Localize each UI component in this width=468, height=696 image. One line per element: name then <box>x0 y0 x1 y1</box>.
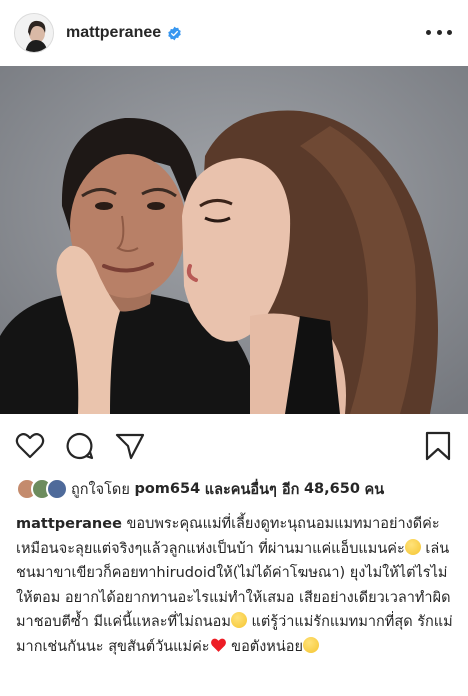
verified-badge-icon <box>167 26 182 41</box>
more-options-icon[interactable] <box>426 22 452 42</box>
post-caption: mattperanee ขอบพระคุณแม่ที่เลี้ยงดูทะนุถ… <box>16 512 456 660</box>
likes-middle[interactable]: และคนอื่นๆ อีก <box>205 478 300 501</box>
bookmark-icon[interactable] <box>422 430 454 462</box>
likes-summary[interactable]: ถูกใจโดย pom654 และคนอื่นๆ อีก 48,650 คน <box>16 476 384 502</box>
avatar[interactable] <box>14 13 54 53</box>
likes-suffix[interactable]: คน <box>365 478 385 501</box>
post-photo[interactable] <box>0 66 468 414</box>
likes-count[interactable]: 48,650 <box>304 481 360 497</box>
likes-prefix: ถูกใจโดย <box>71 481 130 498</box>
red-heart-icon <box>210 638 226 652</box>
grin-emoji-icon <box>302 636 319 653</box>
heart-outline-icon[interactable] <box>14 430 46 462</box>
post-username[interactable]: mattperanee <box>66 24 161 42</box>
send-icon[interactable] <box>114 430 146 462</box>
caption-username[interactable]: mattperanee <box>16 516 122 532</box>
caption-text: ขอตังหน่อย <box>226 638 303 655</box>
liker-username[interactable]: pom654 <box>134 481 200 497</box>
comment-icon[interactable] <box>64 430 96 462</box>
avatar <box>46 478 68 500</box>
sweat-smile-emoji-icon <box>404 538 421 555</box>
post-header: mattperanee <box>0 0 468 66</box>
liker-avatars <box>16 478 68 500</box>
smirk-emoji-icon <box>230 612 247 629</box>
action-bar <box>0 424 468 468</box>
